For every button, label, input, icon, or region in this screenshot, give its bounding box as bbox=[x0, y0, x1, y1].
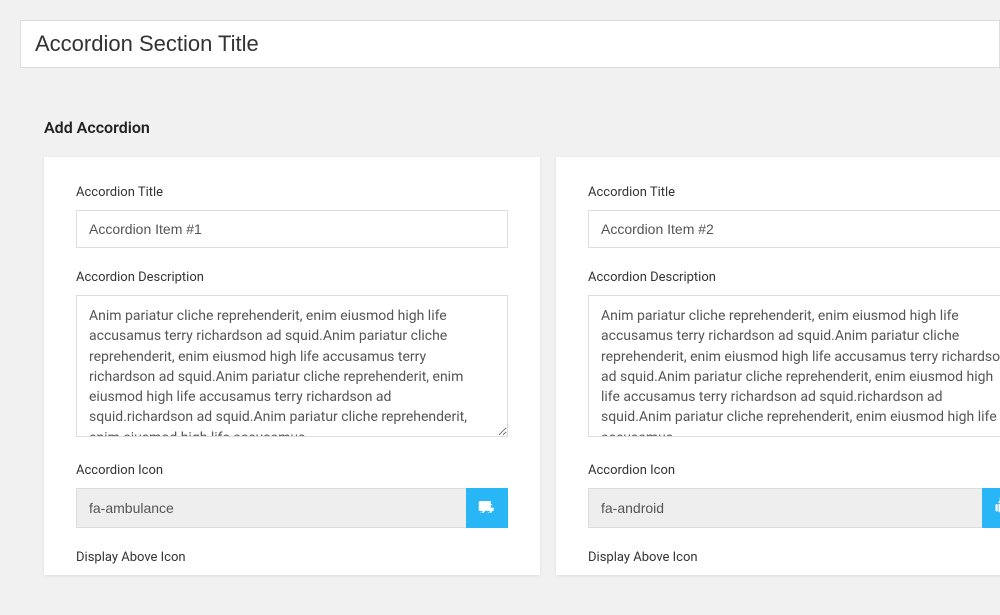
accordion-description-label: Accordion Description bbox=[76, 270, 508, 285]
display-above-icon-label: Display Above Icon bbox=[76, 550, 508, 565]
accordion-icon-input[interactable] bbox=[588, 488, 982, 528]
add-accordion-heading: Add Accordion bbox=[44, 118, 1000, 137]
accordion-description-textarea[interactable] bbox=[588, 295, 1000, 437]
ambulance-icon bbox=[478, 498, 496, 519]
page: Add Accordion Accordion Title Accordion … bbox=[0, 0, 1000, 615]
accordion-description-textarea[interactable] bbox=[76, 295, 508, 437]
display-above-icon-label: Display Above Icon bbox=[588, 550, 1000, 565]
accordion-title-label: Accordion Title bbox=[588, 185, 1000, 200]
icon-picker-button[interactable] bbox=[466, 488, 508, 528]
accordion-card: Accordion Title Accordion Description Ac… bbox=[556, 157, 1000, 575]
section-title-input[interactable] bbox=[20, 20, 1000, 68]
icon-picker-row bbox=[588, 488, 1000, 528]
icon-picker-button[interactable] bbox=[982, 488, 1000, 528]
accordion-title-label: Accordion Title bbox=[76, 185, 508, 200]
accordion-description-label: Accordion Description bbox=[588, 270, 1000, 285]
accordion-title-input[interactable] bbox=[588, 210, 1000, 248]
accordion-card: Accordion Title Accordion Description Ac… bbox=[44, 157, 540, 575]
cards-row: Accordion Title Accordion Description Ac… bbox=[0, 157, 1000, 575]
android-icon bbox=[994, 498, 1000, 519]
icon-picker-row bbox=[76, 488, 508, 528]
accordion-icon-label: Accordion Icon bbox=[588, 463, 1000, 478]
accordion-icon-label: Accordion Icon bbox=[76, 463, 508, 478]
accordion-title-input[interactable] bbox=[76, 210, 508, 248]
accordion-icon-input[interactable] bbox=[76, 488, 466, 528]
